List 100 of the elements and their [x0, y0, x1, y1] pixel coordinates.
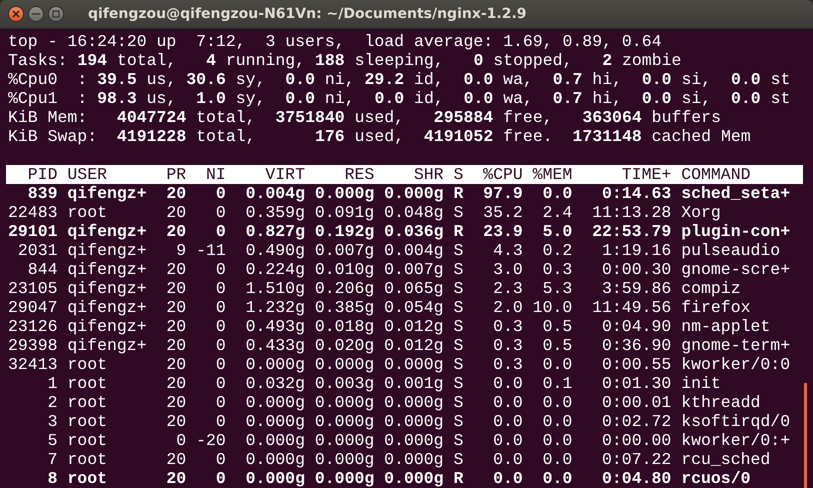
table-cell-text: 0.000g: [244, 412, 305, 431]
table-cell-text: 0.827g: [244, 222, 305, 241]
table-cell-text: 0.0: [542, 469, 572, 488]
table-cell-text: 0.000g: [314, 469, 374, 488]
table-cell-text: 0.000g: [314, 412, 374, 431]
table-cell-text: 0.065g: [383, 279, 444, 298]
table-cell-text: 0: [214, 355, 226, 374]
table-cell-text: 0.0: [542, 355, 572, 374]
table-cell-text: 0.000g: [383, 393, 444, 412]
table-cell-text: 2: [46, 393, 58, 412]
table-cell-text: S: [452, 412, 464, 431]
column-header: RES: [344, 165, 374, 184]
table-cell-text: 20: [165, 336, 186, 355]
table-cell: 29047: [8, 298, 58, 317]
table-cell-text: root: [67, 203, 108, 222]
table-cell-text: 20: [165, 393, 186, 412]
table-cell-text: 0.000g: [314, 431, 374, 450]
column-header: %CPU: [482, 165, 523, 184]
table-cell-text: 23.9: [482, 222, 523, 241]
table-cell-text: 0:00.00: [600, 431, 672, 450]
table-cell-text: 0.0: [492, 412, 523, 431]
minimize-button[interactable]: [28, 6, 44, 22]
table-cell-text: 0.0: [542, 431, 572, 450]
column-header: USER: [67, 165, 108, 184]
table-cell-text: 0.007g: [383, 260, 444, 279]
table-cell-text: S: [452, 450, 464, 469]
table-cell: kworker/0:0: [681, 355, 790, 374]
table-cell-text: 0.3: [492, 336, 523, 355]
table-cell-text: root: [67, 469, 108, 488]
table-cell-text: 0: [214, 203, 226, 222]
table-cell-text: -20: [195, 431, 226, 450]
table-cell-text: 0.0: [542, 393, 572, 412]
table-cell-text: 20: [165, 203, 186, 222]
table-cell: ksoftirqd/0: [681, 412, 790, 431]
table-cell: kworker/0:+: [681, 431, 790, 450]
maximize-button[interactable]: [48, 6, 64, 22]
table-cell-text: 0: [214, 469, 226, 488]
table-cell-text: 9: [175, 241, 186, 260]
column-header: PID: [26, 165, 58, 184]
column-header: TIME+: [620, 165, 672, 184]
table-cell-text: 5.0: [542, 222, 572, 241]
table-cell-text: 1.510g: [244, 279, 305, 298]
table-cell-text: 20: [165, 450, 186, 469]
table-cell-text: 0.012g: [383, 317, 444, 336]
table-cell: qifengz+: [67, 241, 147, 260]
table-cell-text: 0: [175, 431, 186, 450]
table-cell-text: 0.0: [492, 469, 523, 488]
column-header: VIRT: [264, 165, 305, 184]
scrollbar[interactable]: [804, 383, 807, 488]
table-cell-text: 0.0: [492, 393, 523, 412]
table-cell-text: 0.000g: [383, 184, 444, 203]
table-cell-text: 20: [165, 279, 186, 298]
table-cell-text: 11:49.56: [591, 298, 672, 317]
table-cell-text: 0:00.30: [600, 260, 672, 279]
table-cell-text: 0.000g: [383, 412, 444, 431]
table-cell-text: 844: [26, 260, 58, 279]
table-cell: qifengz+: [67, 222, 147, 241]
table-cell-text: root: [67, 393, 108, 412]
close-button[interactable]: [8, 6, 24, 22]
table-cell-text: 0.000g: [314, 393, 374, 412]
table-cell: 22483: [8, 203, 58, 222]
table-cell-text: 0.5: [542, 336, 572, 355]
table-cell-text: 1:19.16: [600, 241, 672, 260]
table-cell-text: 0.5: [542, 317, 572, 336]
table-cell-text: 0: [214, 298, 226, 317]
table-cell-text: 3:59.86: [600, 279, 672, 298]
table-cell-text: 0.192g: [314, 222, 374, 241]
table-cell-text: pulseaudio: [681, 241, 782, 260]
summary-line: top - 16:24:20 up 7:12, 3 users, load average: 1.69, 0.89, 0.64: [8, 32, 663, 51]
table-cell-text: 2.0: [492, 298, 523, 317]
table-cell-text: S: [452, 355, 464, 374]
table-cell-text: 20: [165, 412, 186, 431]
table-cell-text: 0.3: [492, 317, 523, 336]
table-cell-text: 5.3: [542, 279, 572, 298]
table-cell: sched_seta+: [681, 184, 790, 203]
table-cell-text: 0.004g: [244, 184, 305, 203]
table-cell-text: 0.0: [542, 450, 572, 469]
table-cell-text: 2.4: [542, 203, 572, 222]
table-cell-text: S: [452, 241, 464, 260]
table-cell-text: 0.000g: [244, 431, 305, 450]
table-cell-text: S: [452, 336, 464, 355]
table-cell-text: 0.000g: [244, 469, 305, 488]
table-cell-text: 0:07.22: [600, 450, 672, 469]
table-cell-text: rcuos/0: [681, 469, 752, 488]
table-cell-text: 0:14.63: [600, 184, 672, 203]
table-cell-text: 0.0: [492, 374, 523, 393]
table-cell-text: 20: [165, 469, 186, 488]
table-cell-text: 0.048g: [383, 203, 444, 222]
table-cell-text: 0.490g: [244, 241, 305, 260]
table-cell-text: 0:04.90: [600, 317, 672, 336]
table-cell-text: 2031: [16, 241, 58, 260]
column-header: NI: [204, 165, 226, 184]
table-cell-text: 0.000g: [244, 393, 305, 412]
table-cell-text: 5: [46, 431, 58, 450]
table-cell-text: 0.001g: [383, 374, 444, 393]
table-cell-text: 0.000g: [314, 355, 374, 374]
table-cell-text: 8: [46, 469, 58, 488]
table-cell-text: 7: [46, 450, 58, 469]
table-cell-text: 1.232g: [244, 298, 305, 317]
close-icon: [12, 10, 20, 18]
